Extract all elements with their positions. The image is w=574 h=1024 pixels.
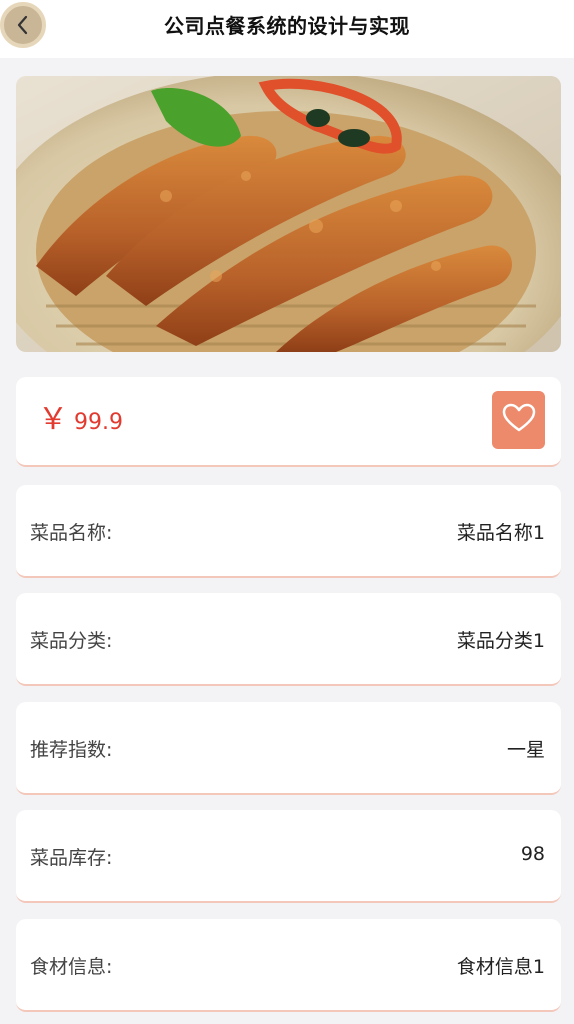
detail-row-name: 菜品名称: 菜品名称1 xyxy=(16,485,561,578)
favorite-button[interactable] xyxy=(492,391,545,449)
detail-value: 食材信息1 xyxy=(456,956,545,978)
detail-label: 菜品库存: xyxy=(30,847,113,869)
currency-symbol: ￥ xyxy=(38,402,68,437)
top-bar: 公司点餐系统的设计与实现 xyxy=(0,0,574,58)
detail-row-category: 菜品分类: 菜品分类1 xyxy=(16,593,561,686)
dish-image xyxy=(16,76,561,352)
price: ￥ 99.9 xyxy=(38,402,123,437)
detail-value: 98 xyxy=(520,843,545,865)
price-card: ￥ 99.9 xyxy=(16,377,561,467)
page-title: 公司点餐系统的设计与实现 xyxy=(164,14,410,38)
detail-label: 菜品分类: xyxy=(30,630,113,652)
detail-value: 菜品名称1 xyxy=(456,522,545,544)
detail-value: 一星 xyxy=(506,739,545,761)
detail-label: 推荐指数: xyxy=(30,739,113,761)
detail-row-ingredients: 食材信息: 食材信息1 xyxy=(16,919,561,1012)
detail-value: 菜品分类1 xyxy=(456,630,545,652)
heart-outline-icon xyxy=(502,403,536,437)
detail-row-stock: 菜品库存: 98 xyxy=(16,810,561,903)
detail-label: 食材信息: xyxy=(30,956,113,978)
detail-label: 菜品名称: xyxy=(30,522,113,544)
detail-row-rating: 推荐指数: 一星 xyxy=(16,702,561,795)
price-value: 99.9 xyxy=(74,410,123,435)
